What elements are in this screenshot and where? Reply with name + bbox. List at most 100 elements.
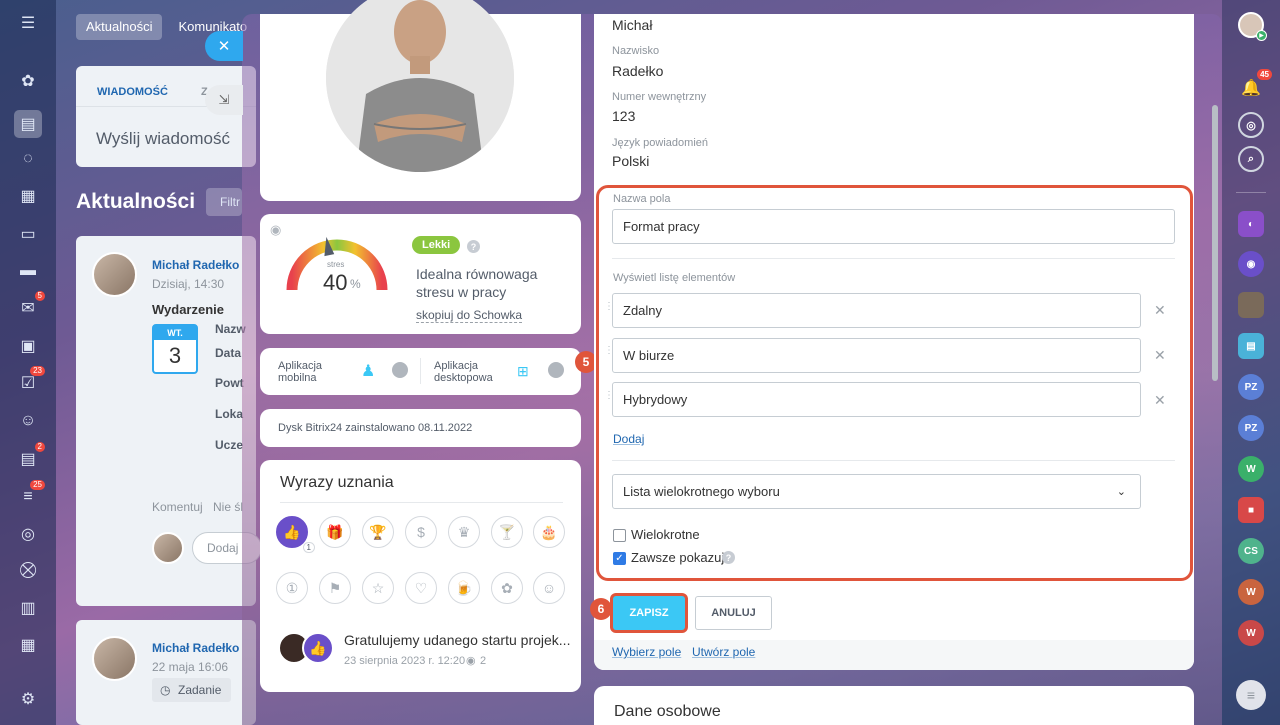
crown-icon[interactable]: ♛ (448, 516, 480, 548)
filter-icon[interactable]: ≡ 25 (17, 480, 45, 508)
post-author[interactable]: Michał Radełko (152, 641, 239, 655)
channel-icon[interactable]: ▤ (1238, 333, 1264, 359)
save-button[interactable]: ZAPISZ (613, 596, 685, 630)
bell-icon[interactable]: 🔔 45 (1238, 69, 1272, 101)
form-footer (594, 640, 1194, 670)
event-field-5: Ucze (215, 438, 244, 452)
chat-avatar-cs[interactable]: CS (1238, 538, 1264, 564)
star-icon[interactable]: ☆ (362, 572, 394, 604)
post-author[interactable]: Michał Radełko (152, 258, 239, 272)
rail-divider (1236, 192, 1266, 193)
messenger-icon[interactable]: ▤ 2 (17, 442, 45, 470)
list-item-value: W biurze (623, 348, 675, 363)
close-panel-button[interactable]: ✕ (205, 31, 243, 61)
avatar[interactable] (92, 636, 137, 681)
task-tag[interactable]: ◷ Zadanie (152, 678, 232, 702)
building-icon[interactable]: ▥ (17, 597, 39, 619)
help-icon[interactable]: ? (467, 240, 480, 253)
smile-icon[interactable]: ☺ (533, 572, 565, 604)
chat-badge: 2 (34, 442, 45, 452)
comment-avatar (152, 532, 184, 564)
add-item-link[interactable]: Dodaj (613, 432, 644, 446)
kudos-thumb-icon: 👍 (302, 632, 334, 664)
beer-icon[interactable]: 🍺 (448, 572, 480, 604)
target-icon[interactable]: ◎ (17, 523, 39, 545)
tasks-icon[interactable]: ☑ 23 (17, 366, 45, 394)
language-value: Polski (612, 153, 650, 169)
docs-icon[interactable]: ▭ (17, 223, 39, 245)
copy-to-clipboard-link[interactable]: skopiuj do Schowka (416, 308, 523, 323)
avatar[interactable] (92, 252, 137, 297)
drive-icon[interactable]: ▬ (17, 260, 39, 282)
search-icon[interactable]: ⌕ (1238, 146, 1264, 172)
ai-icon[interactable]: ◉ (1238, 251, 1264, 277)
chat-icon[interactable]: ◌ (17, 148, 39, 170)
number-one-icon[interactable]: ① (276, 572, 308, 604)
group-chat-avatar[interactable] (1238, 292, 1264, 318)
field-type-select[interactable]: Lista wielokrotnego wyboru ⌄ (612, 474, 1141, 509)
settings-icon[interactable]: ⚙ (17, 688, 39, 710)
money-bag-icon[interactable]: $ (405, 516, 437, 548)
create-field-link[interactable]: Utwórz pole (692, 645, 755, 659)
android-icon[interactable]: ♟ (361, 361, 375, 381)
unfollow-link[interactable]: Nie śl (213, 500, 243, 514)
cocktail-icon[interactable]: 🍸 (491, 516, 523, 548)
chat-avatar-w[interactable]: W (1238, 456, 1264, 482)
profile-photo[interactable] (326, 0, 514, 172)
remove-item-icon[interactable]: ✕ (1154, 302, 1166, 319)
chat-avatar-pz[interactable]: PZ (1238, 374, 1264, 400)
cake-icon[interactable]: 🎂 (533, 516, 565, 548)
comment-link[interactable]: Komentuj (152, 500, 203, 514)
tab-aktualnosci[interactable]: Aktualności (76, 14, 163, 40)
trophy-icon[interactable]: 🏆 (362, 516, 394, 548)
gift-icon[interactable]: 🎁 (319, 516, 351, 548)
flag-icon[interactable]: ⚑ (319, 572, 351, 604)
always-show-checkbox[interactable]: ✓ (613, 552, 626, 565)
remove-item-icon[interactable]: ✕ (1154, 347, 1166, 364)
list-item-input[interactable]: Hybrydowy (612, 382, 1141, 417)
list-item-input[interactable]: Zdalny (612, 293, 1141, 328)
cart-icon[interactable]: ⛒ (17, 560, 39, 582)
list-item-input[interactable]: W biurze (612, 338, 1141, 373)
calendar-icon[interactable]: ▦ (17, 185, 39, 207)
chat-avatar-w[interactable]: W (1238, 579, 1264, 605)
composer-placeholder[interactable]: Wyślij wiadomość (96, 129, 230, 149)
chat-avatar-w[interactable]: W (1238, 620, 1264, 646)
pulse-icon[interactable]: ◎ (1238, 112, 1264, 138)
heart-icon[interactable]: ♡ (405, 572, 437, 604)
chat-avatar-pz[interactable]: PZ (1238, 415, 1264, 441)
copilot-icon[interactable]: ◐ (1238, 211, 1264, 237)
apple-icon[interactable] (548, 362, 564, 378)
windows-icon[interactable]: ⊞ (517, 363, 529, 380)
contacts-icon[interactable]: ☺ (17, 410, 39, 432)
feed-icon[interactable]: ▤ (14, 110, 42, 138)
video-call-icon[interactable]: ■ (1238, 497, 1264, 523)
cancel-button[interactable]: ANULUJ (695, 596, 772, 630)
minimize-panel-button[interactable]: ⇲ (205, 85, 243, 115)
mail-icon[interactable]: ✉ 5 (17, 291, 45, 319)
thumbs-up-icon[interactable]: 👍 1 (276, 516, 315, 553)
flower-icon[interactable]: ✿ (491, 572, 523, 604)
field-type-value: Lista wielokrotnego wyboru (623, 484, 780, 499)
visibility-eye-icon[interactable]: ◉ (270, 222, 281, 238)
field-name-input[interactable]: Format pracy (612, 209, 1175, 244)
help-icon[interactable]: ? (722, 551, 735, 564)
puzzle-icon[interactable]: ✿ (17, 70, 39, 92)
hamburger-icon[interactable]: ☰ (17, 12, 39, 34)
feed-filter[interactable]: Filtr (206, 188, 242, 216)
pick-field-link[interactable]: Wybierz pole (612, 645, 681, 659)
schedule-icon[interactable]: ▦ (17, 634, 39, 656)
remove-item-icon[interactable]: ✕ (1154, 392, 1166, 409)
event-field-3: Powt (215, 376, 244, 390)
multiple-checkbox[interactable] (613, 529, 626, 542)
panel-scrollbar[interactable] (1212, 105, 1218, 381)
stress-caption: stres (327, 260, 345, 269)
menu-list-icon[interactable]: ≡ (1236, 680, 1266, 710)
board-icon[interactable]: ▣ (17, 335, 39, 357)
extension-value: 123 (612, 108, 636, 124)
list-items-label: Wyświetl listę elementów (613, 272, 736, 284)
composer-tab-message[interactable]: WIADOMOŚĆ (97, 86, 168, 98)
kudos-post-text[interactable]: Gratulujemy udanego startu projek... (344, 632, 570, 648)
appstore-icon[interactable] (392, 362, 408, 378)
section-divider (612, 258, 1175, 259)
